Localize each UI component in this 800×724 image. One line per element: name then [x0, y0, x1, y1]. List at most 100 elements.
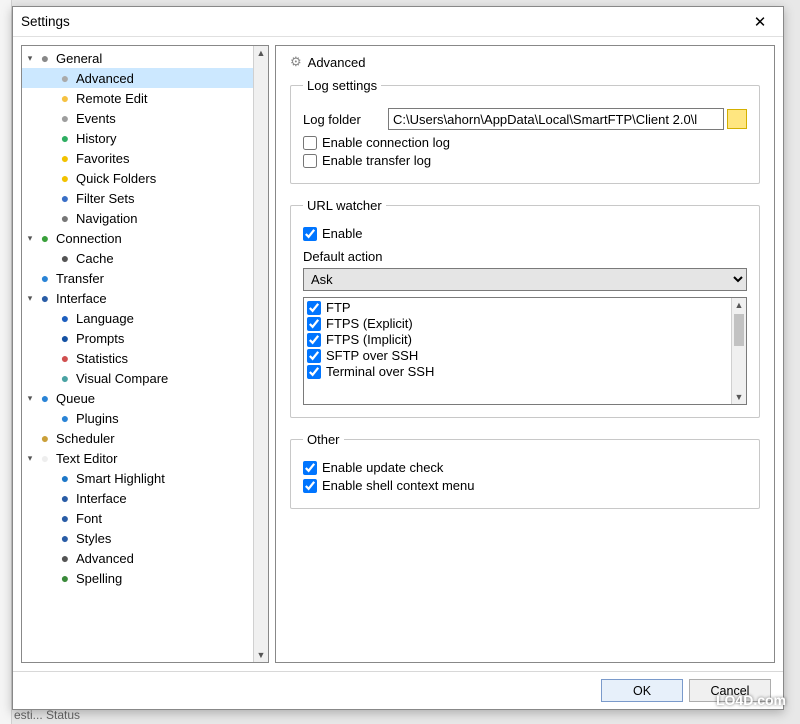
tree-panel: ▾●General●Advanced●Remote Edit●Events●Hi…: [21, 45, 269, 663]
tree-item-prompts[interactable]: ●Prompts: [22, 328, 254, 348]
filter-sets-icon: ●: [56, 191, 74, 205]
tree-item-transfer[interactable]: ●Transfer: [22, 268, 254, 288]
tree-item-general[interactable]: ▾●General: [22, 48, 254, 68]
default-action-select[interactable]: Ask: [303, 268, 747, 291]
scroll-thumb[interactable]: [734, 314, 744, 346]
tree-item-language[interactable]: ●Language: [22, 308, 254, 328]
tree-item-interface[interactable]: ▾●Interface: [22, 288, 254, 308]
tree-twisty[interactable]: ▾: [24, 233, 36, 244]
cache-icon: ●: [56, 251, 74, 265]
cancel-button[interactable]: Cancel: [689, 679, 771, 702]
tree-item-label: Favorites: [74, 151, 129, 166]
tree-item-history[interactable]: ●History: [22, 128, 254, 148]
tree-twisty[interactable]: ▾: [24, 53, 36, 64]
content-panel: ⚙ Advanced Log settings Log folder Enabl…: [275, 45, 775, 663]
enable-shell-context-menu-label: Enable shell context menu: [322, 478, 474, 493]
tree-item-connection[interactable]: ▾●Connection: [22, 228, 254, 248]
tree-item-advanced[interactable]: ●Advanced: [22, 548, 254, 568]
text-editor-icon: ●: [36, 451, 54, 465]
tree-scrollbar[interactable]: ▲ ▼: [253, 46, 268, 662]
protocol-checkbox[interactable]: [307, 365, 321, 379]
tree-item-font[interactable]: ●Font: [22, 508, 254, 528]
tree-item-queue[interactable]: ▾●Queue: [22, 388, 254, 408]
enable-connection-log-checkbox[interactable]: [303, 136, 317, 150]
tree-item-events[interactable]: ●Events: [22, 108, 254, 128]
pencil-icon: ●: [56, 91, 74, 105]
protocol-label: FTPS (Explicit): [326, 316, 413, 331]
log-folder-label: Log folder: [303, 112, 388, 127]
tree-item-filter-sets[interactable]: ●Filter Sets: [22, 188, 254, 208]
language-icon: ●: [56, 311, 74, 325]
gear-icon: ⚙: [290, 54, 302, 70]
browse-folder-icon[interactable]: [727, 109, 747, 129]
tree-item-interface[interactable]: ●Interface: [22, 488, 254, 508]
tree-item-navigation[interactable]: ●Navigation: [22, 208, 254, 228]
protocol-checkbox[interactable]: [307, 317, 321, 331]
tree-item-spelling[interactable]: ●Spelling: [22, 568, 254, 588]
protocol-label: Terminal over SSH: [326, 364, 434, 379]
log-folder-input[interactable]: [388, 108, 724, 130]
listbox-scrollbar[interactable]: ▲ ▼: [731, 298, 746, 404]
tree-twisty[interactable]: ▾: [24, 393, 36, 404]
enable-update-check-label: Enable update check: [322, 460, 443, 475]
tree-item-label: Smart Highlight: [74, 471, 165, 486]
protocol-item[interactable]: FTPS (Explicit): [307, 316, 728, 331]
tree-item-remote-edit[interactable]: ●Remote Edit: [22, 88, 254, 108]
tree-item-plugins[interactable]: ●Plugins: [22, 408, 254, 428]
smart-highlight-icon: ●: [56, 471, 74, 485]
interface-sub-icon: ●: [56, 491, 74, 505]
protocol-checkbox[interactable]: [307, 333, 321, 347]
tree-item-label: Connection: [54, 231, 122, 246]
transfer-icon: ●: [36, 271, 54, 285]
scroll-up-icon[interactable]: ▲: [254, 46, 268, 60]
window-body: ▾●General●Advanced●Remote Edit●Events●Hi…: [13, 37, 783, 671]
titlebar: Settings ✕: [13, 7, 783, 37]
tree-item-label: History: [74, 131, 116, 146]
advanced-sub-icon: ●: [56, 551, 74, 565]
tree-item-advanced[interactable]: ●Advanced: [22, 68, 254, 88]
tree-item-visual-compare[interactable]: ●Visual Compare: [22, 368, 254, 388]
protocol-item[interactable]: Terminal over SSH: [307, 364, 728, 379]
scroll-down-icon[interactable]: ▼: [732, 390, 746, 404]
enable-transfer-log-label: Enable transfer log: [322, 153, 431, 168]
scroll-up-icon[interactable]: ▲: [732, 298, 746, 312]
close-icon[interactable]: ✕: [745, 13, 775, 31]
tree-item-label: Events: [74, 111, 116, 126]
protocol-listbox[interactable]: FTPFTPS (Explicit)FTPS (Implicit)SFTP ov…: [303, 297, 747, 405]
tree-item-favorites[interactable]: ●Favorites: [22, 148, 254, 168]
tree-item-styles[interactable]: ●Styles: [22, 528, 254, 548]
tree-item-quick-folders[interactable]: ●Quick Folders: [22, 168, 254, 188]
window-title: Settings: [21, 14, 745, 29]
tree-item-label: Navigation: [74, 211, 137, 226]
scroll-down-icon[interactable]: ▼: [254, 648, 268, 662]
tree-twisty[interactable]: ▾: [24, 453, 36, 464]
default-action-label: Default action: [303, 249, 747, 264]
tree-item-smart-highlight[interactable]: ●Smart Highlight: [22, 468, 254, 488]
tree-item-statistics[interactable]: ●Statistics: [22, 348, 254, 368]
tree-item-label: Interface: [54, 291, 107, 306]
enable-shell-context-menu-checkbox[interactable]: [303, 479, 317, 493]
tree-item-label: Advanced: [74, 551, 134, 566]
protocol-checkbox[interactable]: [307, 349, 321, 363]
ok-button[interactable]: OK: [601, 679, 683, 702]
tree-item-scheduler[interactable]: ●Scheduler: [22, 428, 254, 448]
protocol-item[interactable]: FTPS (Implicit): [307, 332, 728, 347]
protocol-checkbox[interactable]: [307, 301, 321, 315]
page-heading: ⚙ Advanced: [290, 54, 760, 70]
tree-item-label: Remote Edit: [74, 91, 148, 106]
settings-tree[interactable]: ▾●General●Advanced●Remote Edit●Events●Hi…: [22, 46, 254, 662]
styles-icon: ●: [56, 531, 74, 545]
tree-item-text-editor[interactable]: ▾●Text Editor: [22, 448, 254, 468]
queue-icon: ●: [36, 391, 54, 405]
enable-transfer-log-checkbox[interactable]: [303, 154, 317, 168]
url-watcher-enable-checkbox[interactable]: [303, 227, 317, 241]
tree-item-label: Prompts: [74, 331, 124, 346]
tree-item-label: Text Editor: [54, 451, 117, 466]
tree-twisty[interactable]: ▾: [24, 293, 36, 304]
protocol-item[interactable]: SFTP over SSH: [307, 348, 728, 363]
protocol-item[interactable]: FTP: [307, 300, 728, 315]
enable-update-check-checkbox[interactable]: [303, 461, 317, 475]
prompts-icon: ●: [56, 331, 74, 345]
tree-item-cache[interactable]: ●Cache: [22, 248, 254, 268]
dialog-footer: OK Cancel: [13, 671, 783, 709]
